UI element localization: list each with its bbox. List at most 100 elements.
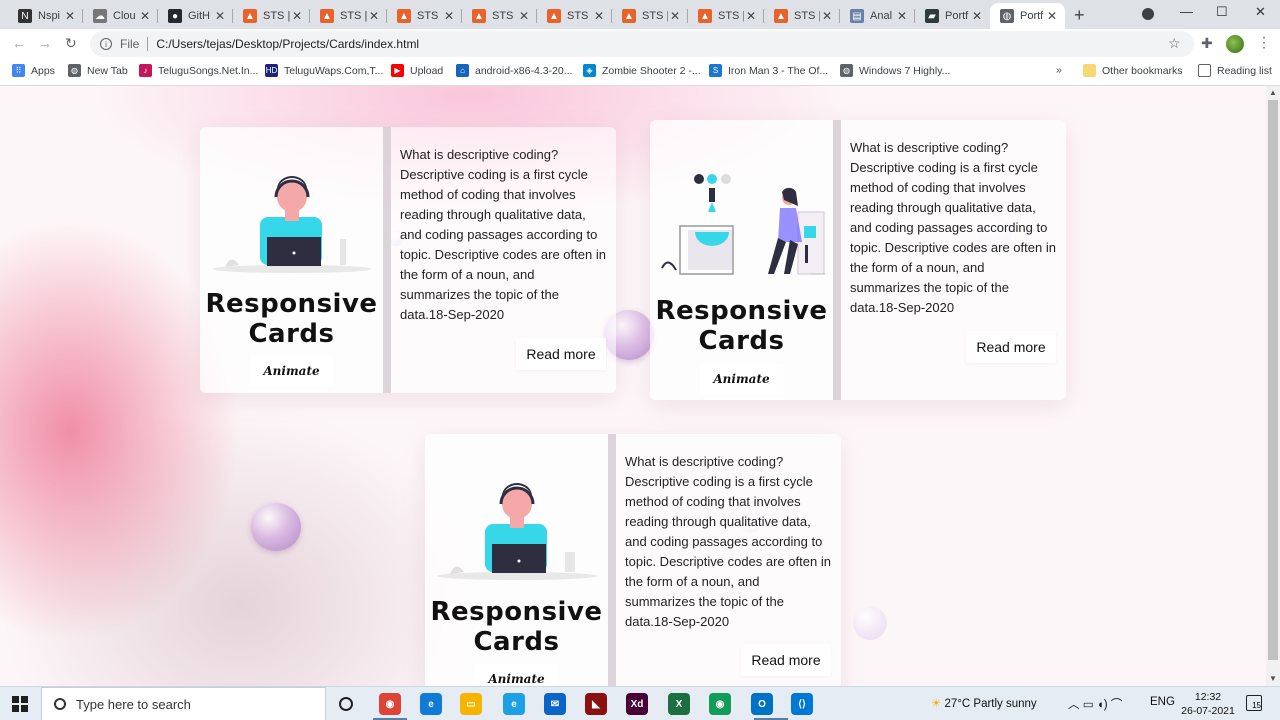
bookmark-label: Upload xyxy=(410,64,444,77)
animate-button[interactable]: Animate xyxy=(475,664,558,686)
bookmark-item[interactable]: ◍ New Tab xyxy=(68,64,128,77)
tab-title: Anal xyxy=(870,10,893,22)
bookmark-item[interactable]: ⌂ android-x86-4.3-20... xyxy=(456,64,572,77)
overflow-label: » xyxy=(1056,64,1062,76)
bookmarks-overflow-button[interactable]: » xyxy=(1056,64,1062,76)
taskbar-clock[interactable]: 12:32 26-07-2021 xyxy=(1178,690,1238,718)
animate-button[interactable]: Animate xyxy=(700,364,783,394)
outlook-icon[interactable]: O xyxy=(751,693,773,715)
mail-icon[interactable]: ✉ xyxy=(544,693,566,715)
tab-close-icon[interactable]: ✕ xyxy=(668,9,682,23)
browser-tab[interactable]: ▤ Anal ✕ xyxy=(840,3,915,29)
tab-close-icon[interactable]: ✕ xyxy=(213,9,227,23)
reload-button[interactable]: ↻ xyxy=(65,35,77,52)
browser-tab[interactable]: ▲ STS | ✕ xyxy=(387,3,462,29)
animate-button[interactable]: Animate xyxy=(250,356,333,386)
browser-tab[interactable]: ▲ STS | ✕ xyxy=(688,3,764,29)
browser-tab[interactable]: ☁ Clou ✕ xyxy=(83,3,158,29)
extensions-icon[interactable]: ✚ xyxy=(1201,35,1213,52)
notification-center-icon[interactable]: 15 xyxy=(1246,695,1262,711)
url-text[interactable]: C:/Users/tejas/Desktop/Projects/Cards/in… xyxy=(156,37,419,51)
tab-favicon-icon: ▲ xyxy=(472,9,486,23)
card-title-line: Cards xyxy=(248,319,335,349)
card-title-line: Responsive xyxy=(205,289,378,319)
tab-close-icon[interactable]: ✕ xyxy=(1045,9,1059,23)
browser-tab[interactable]: ◍ Portf ✕ xyxy=(990,3,1065,29)
bookmark-item[interactable]: ◈ Zombie Shooter 2 -... xyxy=(583,64,701,77)
tab-search-icon[interactable] xyxy=(1142,8,1154,20)
chrome-icon[interactable]: ◉ xyxy=(379,693,401,715)
tab-close-icon[interactable]: ✕ xyxy=(592,9,606,23)
address-bar[interactable]: i File C:/Users/tejas/Desktop/Projects/C… xyxy=(90,31,1194,57)
browser-tab[interactable]: ● GitH ✕ xyxy=(158,3,233,29)
browser-tab[interactable]: ▲ STS | ✕ xyxy=(233,3,310,29)
read-more-button[interactable]: Read more xyxy=(516,338,606,370)
card-title: Responsive Cards xyxy=(425,597,608,657)
tab-separator xyxy=(611,9,612,23)
back-button[interactable]: ← xyxy=(12,35,26,51)
forward-button[interactable]: → xyxy=(38,35,52,51)
scroll-up-icon[interactable]: ▲ xyxy=(1269,88,1277,97)
tab-favicon-icon: ▲ xyxy=(320,9,334,23)
tab-separator xyxy=(157,9,158,23)
file-explorer-icon[interactable]: ▭ xyxy=(460,693,482,715)
maximize-button[interactable]: ☐ xyxy=(1216,4,1228,20)
other-bookmarks-folder[interactable]: Other bookmarks xyxy=(1083,64,1183,77)
tab-close-icon[interactable]: ✕ xyxy=(367,9,381,23)
language-indicator[interactable]: ENG xyxy=(1150,696,1175,708)
internet-explorer-icon[interactable]: e xyxy=(503,693,525,715)
edge-icon[interactable]: e xyxy=(420,693,442,715)
browser-tab[interactable]: ▲ STS | ✕ xyxy=(764,3,840,29)
tab-close-icon[interactable]: ✕ xyxy=(517,9,531,23)
taskbar-search-input[interactable]: Type here to search xyxy=(41,687,326,720)
scroll-down-icon[interactable]: ▼ xyxy=(1269,674,1277,683)
responsive-card: Responsive Cards Animate What is descrip… xyxy=(200,127,616,393)
bookmark-item[interactable]: HD TeluguWaps.Com,T... xyxy=(265,64,383,77)
browser-tab[interactable]: ▲ STS | ✕ xyxy=(612,3,688,29)
read-more-button[interactable]: Read more xyxy=(741,644,831,676)
tab-favicon-icon: ▲ xyxy=(622,9,636,23)
bookmark-item[interactable]: S Iron Man 3 - The Of... xyxy=(709,64,828,77)
vscode-icon[interactable]: ⟨⟩ xyxy=(791,693,813,715)
browser-tab[interactable]: N Nspi ✕ xyxy=(8,3,83,29)
page-scrollbar[interactable]: ▲ ▼ xyxy=(1266,86,1280,686)
bookmark-item[interactable]: ▶ Upload xyxy=(391,64,443,77)
tab-close-icon[interactable]: ✕ xyxy=(820,9,834,23)
browser-tab[interactable]: ▰ Portf ✕ xyxy=(915,3,990,29)
card-media: Responsive Cards Animate xyxy=(425,434,608,686)
browser-menu-icon[interactable]: ⋮ xyxy=(1257,34,1271,51)
close-window-button[interactable]: ✕ xyxy=(1255,4,1266,20)
browser-tab[interactable]: ▲ STS | ✕ xyxy=(310,3,387,29)
hd-icon: HD xyxy=(265,64,278,77)
system-tray-icons[interactable]: ︿ ▭ ◖) ⌒ xyxy=(1068,696,1122,712)
read-more-button[interactable]: Read more xyxy=(966,331,1056,363)
tab-close-icon[interactable]: ✕ xyxy=(63,9,77,23)
weather-widget[interactable]: ☀ 27°C Partly sunny xyxy=(931,696,1037,710)
browser-tab[interactable]: ▲ STS | ✕ xyxy=(537,3,612,29)
scrollbar-thumb[interactable] xyxy=(1268,100,1278,660)
browser-tab[interactable]: ▲ STS | ✕ xyxy=(462,3,537,29)
excel-icon[interactable]: X xyxy=(668,693,690,715)
bookmark-item[interactable]: ⠿ Apps xyxy=(12,64,55,77)
app-red-icon[interactable]: ◣ xyxy=(585,693,607,715)
windows-start-button[interactable] xyxy=(12,696,28,712)
card-title-line: Responsive xyxy=(655,296,828,326)
tab-close-icon[interactable]: ✕ xyxy=(138,9,152,23)
minimize-button[interactable]: — xyxy=(1180,4,1193,19)
adobe-xd-icon[interactable]: Xd xyxy=(626,693,648,715)
chrome-alt-icon[interactable]: ◉ xyxy=(709,693,731,715)
reading-list-button[interactable]: Reading list xyxy=(1198,64,1272,77)
music-icon: ♪ xyxy=(139,64,152,77)
profile-avatar[interactable] xyxy=(1226,35,1244,53)
site-info-icon[interactable]: i xyxy=(100,38,112,50)
tab-close-icon[interactable]: ✕ xyxy=(895,9,909,23)
bookmark-star-icon[interactable]: ☆ xyxy=(1168,35,1181,52)
tab-close-icon[interactable]: ✕ xyxy=(970,9,984,23)
tab-close-icon[interactable]: ✕ xyxy=(744,9,758,23)
bookmark-item[interactable]: ♪ TeluguSongs.Net.In... xyxy=(139,64,258,77)
tab-close-icon[interactable]: ✕ xyxy=(442,9,456,23)
bookmark-item[interactable]: ◍ Windows 7 Highly... xyxy=(840,64,950,77)
new-tab-button[interactable]: + xyxy=(1074,5,1085,26)
tab-close-icon[interactable]: ✕ xyxy=(290,9,304,23)
cortana-icon[interactable] xyxy=(339,697,353,711)
